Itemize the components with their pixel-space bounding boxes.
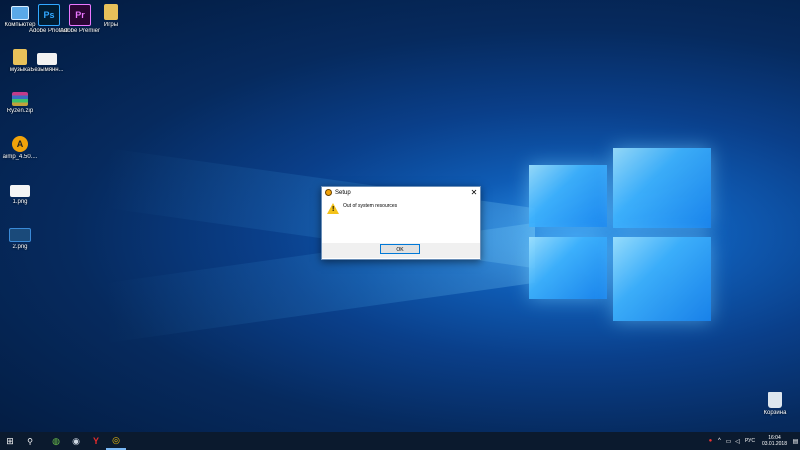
windows-start-icon: ⊞ <box>6 435 14 446</box>
chrome-icon: ◎ <box>112 434 120 445</box>
computer-icon <box>11 6 29 20</box>
archive-icon <box>12 92 28 106</box>
clock-date: 03.01.2018 <box>761 441 787 447</box>
start-button[interactable]: ⊞ <box>0 432 20 450</box>
desktop-icon-aimp[interactable]: A aimp_4.50.... <box>0 136 40 161</box>
search-button[interactable]: ⚲ <box>20 432 40 450</box>
warning-mark: ! <box>332 206 335 213</box>
system-tray: ● ^ ▭ ◁ РУС 16:04 03.01.2018 ▤ <box>706 432 800 450</box>
image-file-icon <box>10 185 30 197</box>
language-indicator[interactable]: РУС <box>745 438 755 444</box>
image-file-icon <box>9 228 31 242</box>
desktop-icon-recycle-bin[interactable]: Корзина <box>755 392 795 417</box>
dialog-body: ! Out of system resources <box>322 198 480 243</box>
ok-button[interactable]: OK <box>380 244 420 254</box>
desktop-icon-games[interactable]: Игры <box>91 4 131 29</box>
taskbar-app-green[interactable]: ◍ <box>46 432 66 450</box>
search-icon: ⚲ <box>27 436 33 446</box>
premiere-icon: Pr <box>69 4 91 26</box>
taskbar-app-yandex[interactable]: Y <box>86 432 106 450</box>
setup-dialog: Setup ✕ ! Out of system resources OK <box>321 186 481 260</box>
green-app-icon: ◍ <box>52 435 60 446</box>
recycle-bin-icon <box>768 392 782 408</box>
desktop-icon-untitled[interactable]: Безымянн... <box>27 49 67 74</box>
taskbar-app-chrome[interactable]: ◎ <box>106 432 126 450</box>
photoshop-icon: Ps <box>38 4 60 26</box>
dialog-footer: OK <box>322 243 480 258</box>
network-icon[interactable]: ▭ <box>724 438 733 445</box>
record-indicator-icon[interactable]: ● <box>706 438 715 444</box>
setup-app-icon <box>325 189 332 196</box>
volume-icon[interactable]: ◁ <box>733 438 742 445</box>
yandex-browser-icon: Y <box>92 436 99 446</box>
dialog-message: Out of system resources <box>343 203 398 209</box>
image-file-icon <box>37 53 57 65</box>
close-icon[interactable]: ✕ <box>468 188 480 198</box>
folder-icon <box>104 4 118 20</box>
desktop-icon-1-png[interactable]: 1.png <box>0 181 40 206</box>
desktop-icon-2-png[interactable]: 2.png <box>0 224 40 251</box>
taskbar: ⊞ ⚲ ◍ ◉ Y ◎ ● ^ ▭ ◁ РУС 16:04 03.01.2018… <box>0 432 800 450</box>
desktop-icon-ryzen-zip[interactable]: Ryzen.zip <box>0 92 40 115</box>
aimp-icon: A <box>12 136 28 152</box>
notifications-icon[interactable]: ▤ <box>791 438 800 445</box>
dialog-titlebar[interactable]: Setup ✕ <box>322 187 480 198</box>
show-hidden-icons-icon[interactable]: ^ <box>715 438 724 444</box>
folder-icon <box>13 49 27 65</box>
windows-logo-wallpaper <box>105 138 715 344</box>
taskbar-clock[interactable]: 16:04 03.01.2018 <box>762 435 787 447</box>
dialog-title: Setup <box>335 189 351 196</box>
steam-icon: ◉ <box>72 435 80 446</box>
taskbar-app-steam[interactable]: ◉ <box>66 432 86 450</box>
